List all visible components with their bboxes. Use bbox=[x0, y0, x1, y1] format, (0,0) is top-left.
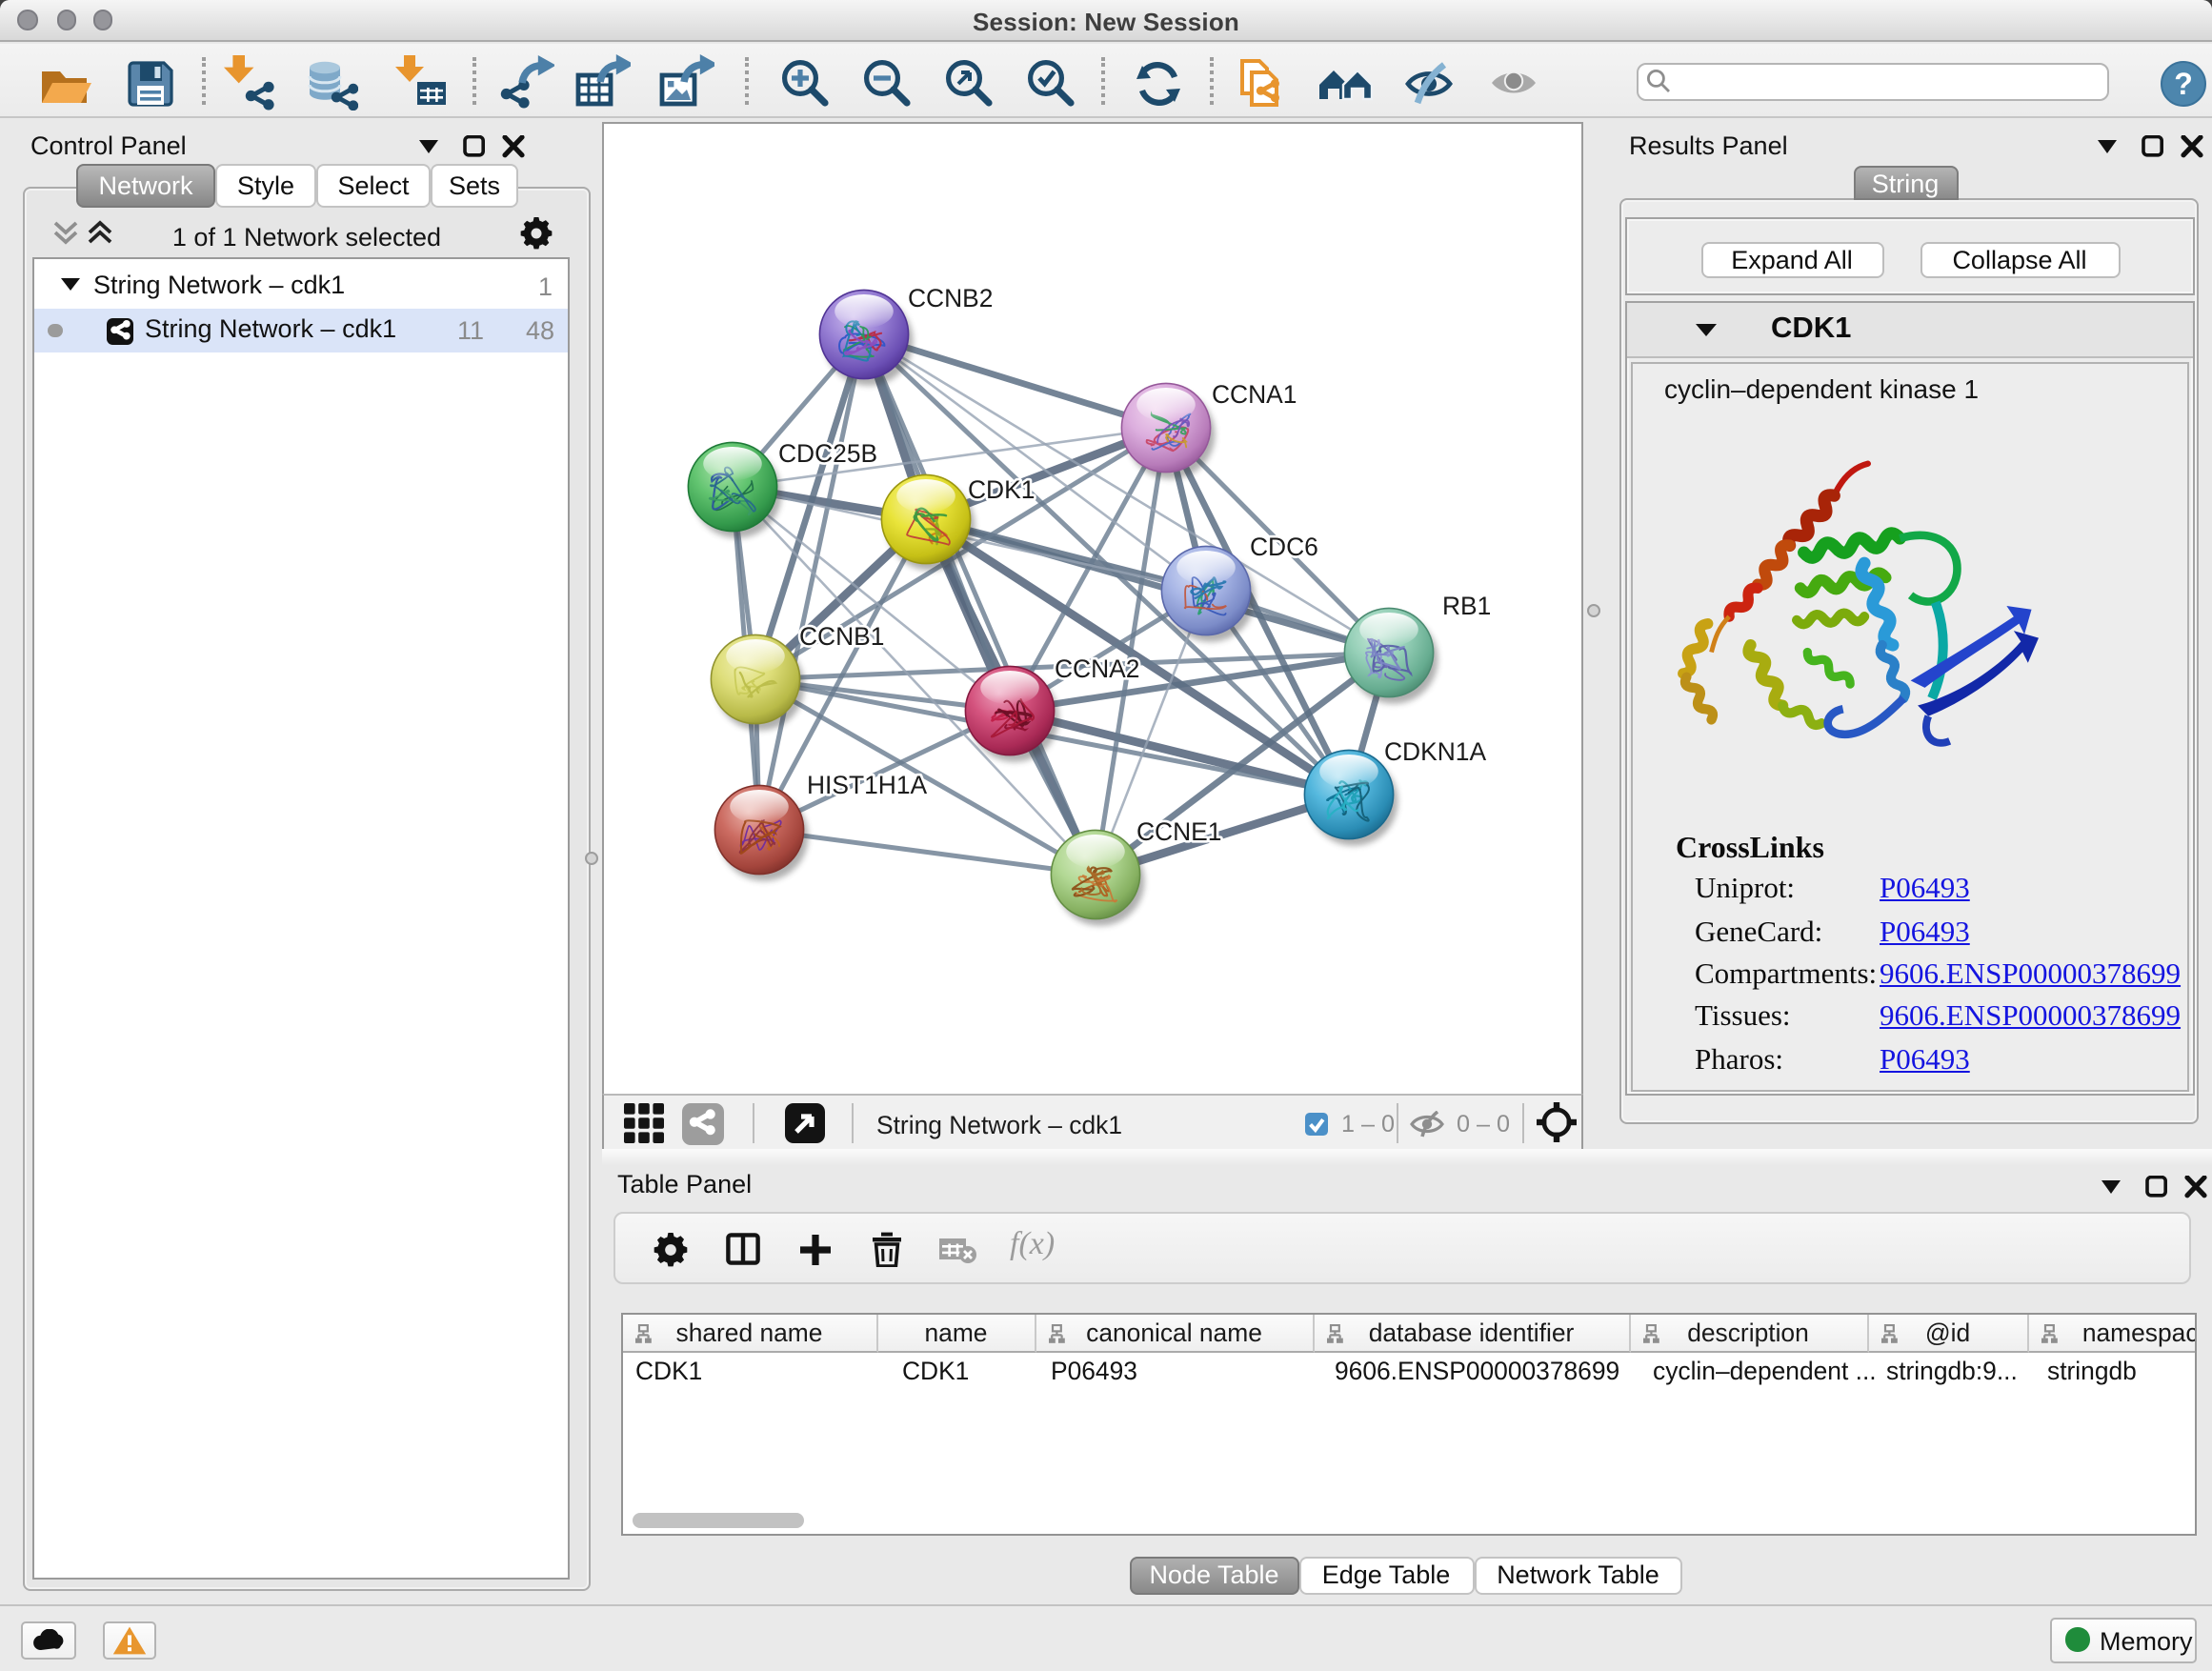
svg-text:CCNA2: CCNA2 bbox=[1055, 654, 1139, 682]
svg-text:RB1: RB1 bbox=[1442, 591, 1491, 619]
svg-text:CDC6: CDC6 bbox=[1250, 532, 1318, 560]
svg-text:CDKN1A: CDKN1A bbox=[1384, 736, 1486, 765]
svg-text:?: ? bbox=[2174, 66, 2193, 100]
svg-text:CDK1: CDK1 bbox=[968, 474, 1035, 503]
svg-text:CCNB1: CCNB1 bbox=[799, 621, 884, 650]
svg-text:CDC25B: CDC25B bbox=[778, 438, 877, 467]
svg-text:CCNA1: CCNA1 bbox=[1212, 379, 1297, 408]
svg-text:CCNE1: CCNE1 bbox=[1136, 816, 1221, 845]
svg-text:CCNB2: CCNB2 bbox=[908, 283, 993, 312]
svg-text:HIST1H1A: HIST1H1A bbox=[807, 770, 928, 798]
